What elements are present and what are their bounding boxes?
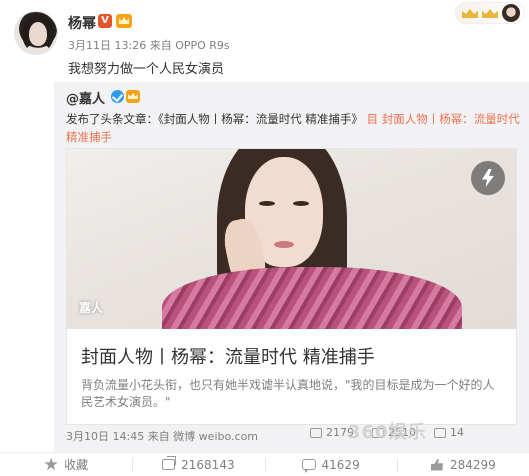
like-icon [434, 427, 446, 438]
vip-icon[interactable]: V [98, 14, 112, 28]
crown-icon[interactable] [116, 14, 132, 28]
repost-count: 2168143 [181, 457, 235, 472]
source-prefix: 来自 [149, 39, 172, 52]
crown-icon [482, 9, 498, 18]
favorite-button[interactable]: 收藏 [0, 453, 132, 476]
repost-like-count: 14 [450, 426, 464, 439]
article-card[interactable]: 嘉人 封面人物丨杨幂：流量时代 精准捕手 背负流量小花头衔，也只有她半戏谑半认真… [66, 148, 517, 425]
weibo-post: 杨幂 V 3月11日 13:26 来自 OPPO R9s 我想努力做一个人民女演… [0, 0, 529, 476]
post-text: 我想努力做一个人民女演员 [68, 62, 225, 77]
post-meta: 3月11日 13:26 来自 OPPO R9s [68, 37, 230, 53]
like-count: 284299 [449, 457, 496, 472]
post-date[interactable]: 3月11日 13:26 [68, 39, 146, 52]
post-source[interactable]: OPPO R9s [175, 39, 229, 52]
article-summary: 背负流量小花头衔，也只有她半戏谑半认真地说，"我的目标是成为一个好的人民艺术女演… [81, 378, 495, 409]
article-title[interactable]: 封面人物丨杨幂：流量时代 精准捕手 [81, 343, 375, 369]
cover-watermark: 嘉人 [79, 301, 104, 315]
comment-count: 41629 [321, 457, 360, 472]
repost-like-stat[interactable]: 14 [434, 426, 464, 439]
repost-description: 发布了头条文章：《封面人物丨杨幂：流量时代 精准捕手》 目 封面人物丨杨幂：流量… [66, 110, 521, 146]
repost-button[interactable]: 2168143 [132, 453, 264, 476]
user-avatar[interactable] [14, 11, 58, 55]
cover-eye [259, 201, 275, 206]
cover-lips [274, 241, 294, 248]
repost-box: @嘉人 发布了头条文章：《封面人物丨杨幂：流量时代 精准捕手》 目 封面人物丨杨… [54, 82, 529, 452]
member-badge[interactable] [455, 2, 525, 24]
mini-avatar-icon [502, 4, 520, 22]
cover-ruffle-dress [162, 267, 462, 329]
site-watermark: 360娱乐 [348, 422, 427, 443]
like-icon [430, 458, 444, 472]
favorite-label: 收藏 [64, 458, 89, 472]
action-bar: 收藏 2168143 41629 284299 [0, 452, 529, 476]
comment-button[interactable]: 41629 [264, 453, 397, 476]
share-icon [310, 427, 322, 438]
crown-icon [462, 9, 478, 18]
star-icon [44, 458, 58, 472]
like-button[interactable]: 284299 [396, 453, 529, 476]
repost-desc-text: 发布了头条文章：《封面人物丨杨幂：流量时代 精准捕手》 [66, 112, 363, 126]
lightning-icon[interactable] [471, 161, 505, 195]
username[interactable]: 杨幂 [68, 13, 96, 33]
crown-icon[interactable] [126, 90, 140, 103]
verified-icon[interactable] [111, 90, 124, 103]
avatar-face [29, 22, 47, 46]
repost-meta: 3月10日 14:45 来自 微博 weibo.com [66, 430, 259, 443]
comment-icon [301, 459, 316, 473]
cover-eye [293, 201, 309, 206]
share-icon [162, 459, 176, 470]
article-cover-image[interactable]: 嘉人 [67, 149, 516, 329]
repost-author[interactable]: @嘉人 [66, 88, 105, 107]
